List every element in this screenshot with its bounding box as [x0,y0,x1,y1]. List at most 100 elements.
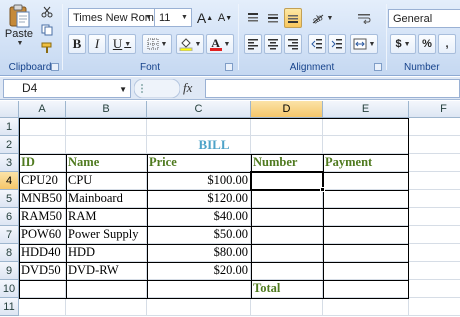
cell-c8[interactable]: $80.00 [147,244,251,262]
cell-b7[interactable]: Power Supply [66,226,147,244]
fill-color-button[interactable]: ▼ [176,34,204,54]
row-header-1[interactable]: 1 [0,118,19,136]
cell-c11[interactable] [147,298,251,316]
cell-f5[interactable] [409,190,460,208]
formula-input[interactable] [205,79,460,98]
column-header-f[interactable]: F [409,101,460,118]
select-all-corner[interactable] [0,101,19,118]
cell-a1[interactable] [19,118,66,136]
wrap-text-button[interactable] [352,8,376,28]
row-header-7[interactable]: 7 [0,226,19,244]
cell-b5[interactable]: Mainboard [66,190,147,208]
cell-f1[interactable] [409,118,460,136]
cell-f10[interactable] [409,280,460,298]
cell-e10[interactable] [323,280,409,298]
row-header-4[interactable]: 4 [0,172,19,190]
align-left-button[interactable] [244,34,262,54]
row-header-6[interactable]: 6 [0,208,19,226]
align-top-button[interactable] [244,8,262,28]
insert-function-icon[interactable]: fx [183,80,192,96]
cell-a8[interactable]: HDD40 [19,244,66,262]
font-size-combo[interactable]: 11 ▼ [154,8,192,27]
paste-button[interactable]: Paste ▼ [2,2,36,48]
merge-center-button[interactable]: ▼ [350,34,378,54]
cell-a6[interactable]: RAM50 [19,208,66,226]
cell-a3[interactable]: ID [19,154,66,172]
comma-style-button[interactable]: , [438,34,456,54]
row-header-9[interactable]: 9 [0,262,19,280]
row-header-5[interactable]: 5 [0,190,19,208]
row-header-11[interactable]: 11 [0,298,19,316]
align-bottom-button[interactable] [284,8,302,28]
grow-font-button[interactable]: A ▲ [196,8,214,28]
row-header-3[interactable]: 3 [0,154,19,172]
cell-c6[interactable]: $40.00 [147,208,251,226]
cell-b8[interactable]: HDD [66,244,147,262]
align-middle-button[interactable] [264,8,282,28]
cell-d10[interactable]: Total [251,280,323,298]
column-header-a[interactable]: A [19,101,66,118]
cell-c1[interactable] [147,118,251,136]
cell-b11[interactable] [66,298,147,316]
cell-f8[interactable] [409,244,460,262]
cell-d8[interactable] [251,244,323,262]
cell-b6[interactable]: RAM [66,208,147,226]
cell-a4[interactable]: CPU20 [19,172,66,190]
cell-e7[interactable] [323,226,409,244]
italic-button[interactable]: I [88,34,106,54]
bold-button[interactable]: B [68,34,86,54]
cell-d11[interactable] [251,298,323,316]
cell-c3[interactable]: Price [147,154,251,172]
format-painter-button[interactable] [38,40,56,56]
cell-c4[interactable]: $100.00 [147,172,251,190]
cell-c9[interactable]: $20.00 [147,262,251,280]
cell-e9[interactable] [323,262,409,280]
cell-b9[interactable]: DVD-RW [66,262,147,280]
borders-button[interactable]: ▼ [142,34,172,54]
cell-e5[interactable] [323,190,409,208]
currency-button[interactable]: $ ▼ [390,34,416,54]
column-header-e[interactable]: E [323,101,409,118]
column-header-b[interactable]: B [66,101,147,118]
copy-button[interactable] [38,22,56,38]
cell-d4[interactable] [250,171,324,191]
alignment-launcher-icon[interactable] [374,63,382,71]
cell-e3[interactable]: Payment [323,154,409,172]
cell-c7[interactable]: $50.00 [147,226,251,244]
row-header-2[interactable]: 2 [0,136,19,154]
cell-f4[interactable] [409,172,460,190]
row-header-10[interactable]: 10 [0,280,19,298]
number-format-combo[interactable]: General [388,9,460,28]
formula-bar-splitter[interactable] [134,79,180,98]
cell-d6[interactable] [251,208,323,226]
cell-e8[interactable] [323,244,409,262]
cell-f3[interactable] [409,154,460,172]
font-name-combo[interactable]: Times New Rom ▼ [68,8,156,27]
column-header-d[interactable]: D [251,101,323,118]
align-right-button[interactable] [284,34,302,54]
cell-f7[interactable] [409,226,460,244]
cell-a7[interactable]: POW60 [19,226,66,244]
cell-d9[interactable] [251,262,323,280]
cell-d3[interactable]: Number [251,154,323,172]
cell-f9[interactable] [409,262,460,280]
cell-b1[interactable] [66,118,147,136]
increase-indent-button[interactable] [328,34,346,54]
font-color-button[interactable]: A ▼ [206,34,234,54]
fill-handle[interactable] [320,187,325,192]
cell-a10[interactable] [19,280,66,298]
cell-f2[interactable] [409,136,460,154]
cell-d5[interactable] [251,190,323,208]
cell-b4[interactable]: CPU [66,172,147,190]
align-center-button[interactable] [264,34,282,54]
cell-b10[interactable] [66,280,147,298]
cell-f11[interactable] [409,298,460,316]
name-box[interactable]: D4 ▼ [3,79,131,98]
underline-button[interactable]: U ▼ [108,34,136,54]
cell-a11[interactable] [19,298,66,316]
column-header-c[interactable]: C [147,101,251,118]
cell-e4[interactable] [323,172,409,190]
font-launcher-icon[interactable] [225,63,233,71]
cell-e6[interactable] [323,208,409,226]
cell-d7[interactable] [251,226,323,244]
